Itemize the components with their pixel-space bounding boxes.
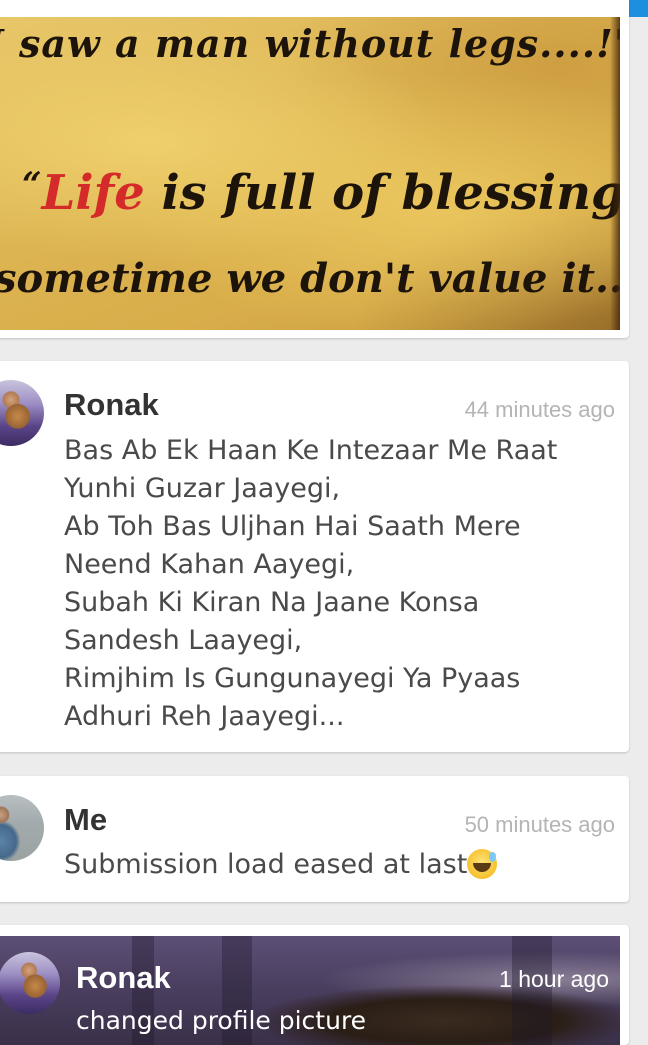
post-text: Submission load eased at last <box>64 849 468 880</box>
post-timestamp: 1 hour ago <box>499 966 609 992</box>
post-author[interactable]: Ronak <box>76 960 171 996</box>
feed-post[interactable]: Me 50 minutes ago Submission load eased … <box>0 776 629 902</box>
feed-post[interactable]: Ronak 44 minutes ago Bas Ab Ek Haan Ke I… <box>0 361 629 752</box>
quote-line: I saw a man without legs....!" <box>0 21 620 66</box>
quote-line: “Life is full of blessings, <box>22 165 620 221</box>
profile-picture-post[interactable]: Ronak 1 hour ago changed profile picture <box>0 925 629 1045</box>
image-shadow-edge <box>610 17 620 330</box>
avatar[interactable] <box>0 380 44 446</box>
post-timestamp: 50 minutes ago <box>464 812 615 837</box>
avatar[interactable] <box>0 795 44 861</box>
open-quote-mark: “ <box>22 165 42 205</box>
avatar[interactable] <box>0 952 60 1014</box>
profile-photo[interactable]: Ronak 1 hour ago changed profile picture <box>0 936 620 1045</box>
highlighted-word: Life <box>41 165 145 221</box>
quote-line: sometime we don't value it..” <box>0 255 620 302</box>
quote-text: sometime we don't value it.. <box>0 255 620 302</box>
quote-text: is full of blessings, <box>144 165 620 221</box>
grinning-sweat-emoji-icon <box>467 849 498 879</box>
post-description: changed profile picture <box>76 1006 367 1035</box>
post-author[interactable]: Ronak <box>64 387 159 423</box>
post-author[interactable]: Me <box>64 802 107 838</box>
post-body: Submission load eased at last <box>64 846 498 884</box>
quote-image[interactable]: I saw a man without legs....!" “Life is … <box>0 17 620 330</box>
post-body: Bas Ab Ek Haan Ke Intezaar Me Raat Yunhi… <box>64 435 558 732</box>
post-timestamp: 44 minutes ago <box>464 397 615 422</box>
image-post-card[interactable]: I saw a man without legs....!" “Life is … <box>0 0 629 338</box>
